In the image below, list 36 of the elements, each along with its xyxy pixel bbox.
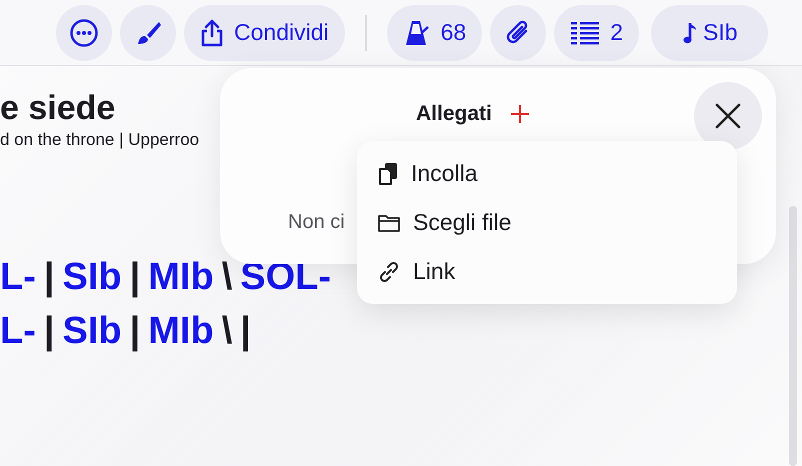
panel-title: Allegati xyxy=(416,102,492,126)
scrollbar[interactable] xyxy=(789,206,797,466)
key-button[interactable]: SIb xyxy=(651,4,768,60)
folder-icon xyxy=(377,212,401,232)
chord: MIb xyxy=(148,256,214,298)
paste-icon xyxy=(377,162,399,186)
bar-line: | xyxy=(44,310,55,352)
add-button[interactable] xyxy=(510,104,530,124)
sections-button[interactable]: 2 xyxy=(554,4,639,60)
chord: SOL- xyxy=(240,256,332,298)
menu-item[interactable]: Incolla xyxy=(357,149,737,198)
plus-icon xyxy=(510,104,530,124)
song-subtitle: d on the throne | Upperroo xyxy=(0,129,200,151)
music-note-icon xyxy=(683,20,697,44)
chord: L- xyxy=(0,310,36,352)
chord: SIb xyxy=(62,256,122,298)
bar-line: \ xyxy=(222,256,232,298)
close-icon xyxy=(715,103,741,129)
bar-line: | xyxy=(240,310,251,352)
bar-line: | xyxy=(130,256,140,298)
bar-line: | xyxy=(44,256,55,298)
link-icon xyxy=(377,260,401,284)
share-button[interactable]: Condividi xyxy=(184,4,345,60)
empty-message: Non ci xyxy=(288,211,345,234)
tempo-button[interactable]: 68 xyxy=(386,4,482,60)
menu-item[interactable]: Link xyxy=(357,247,737,296)
bar-line: | xyxy=(130,310,140,352)
more-icon xyxy=(69,18,99,48)
list-icon xyxy=(570,20,600,46)
menu-item[interactable]: Scegli file xyxy=(357,198,737,247)
chord: L- xyxy=(0,256,36,298)
song-title: e siede xyxy=(0,88,116,128)
chord: MIb xyxy=(148,310,214,352)
bar-line: \ xyxy=(222,310,232,352)
share-icon xyxy=(200,18,224,46)
chord: SIb xyxy=(62,310,122,352)
